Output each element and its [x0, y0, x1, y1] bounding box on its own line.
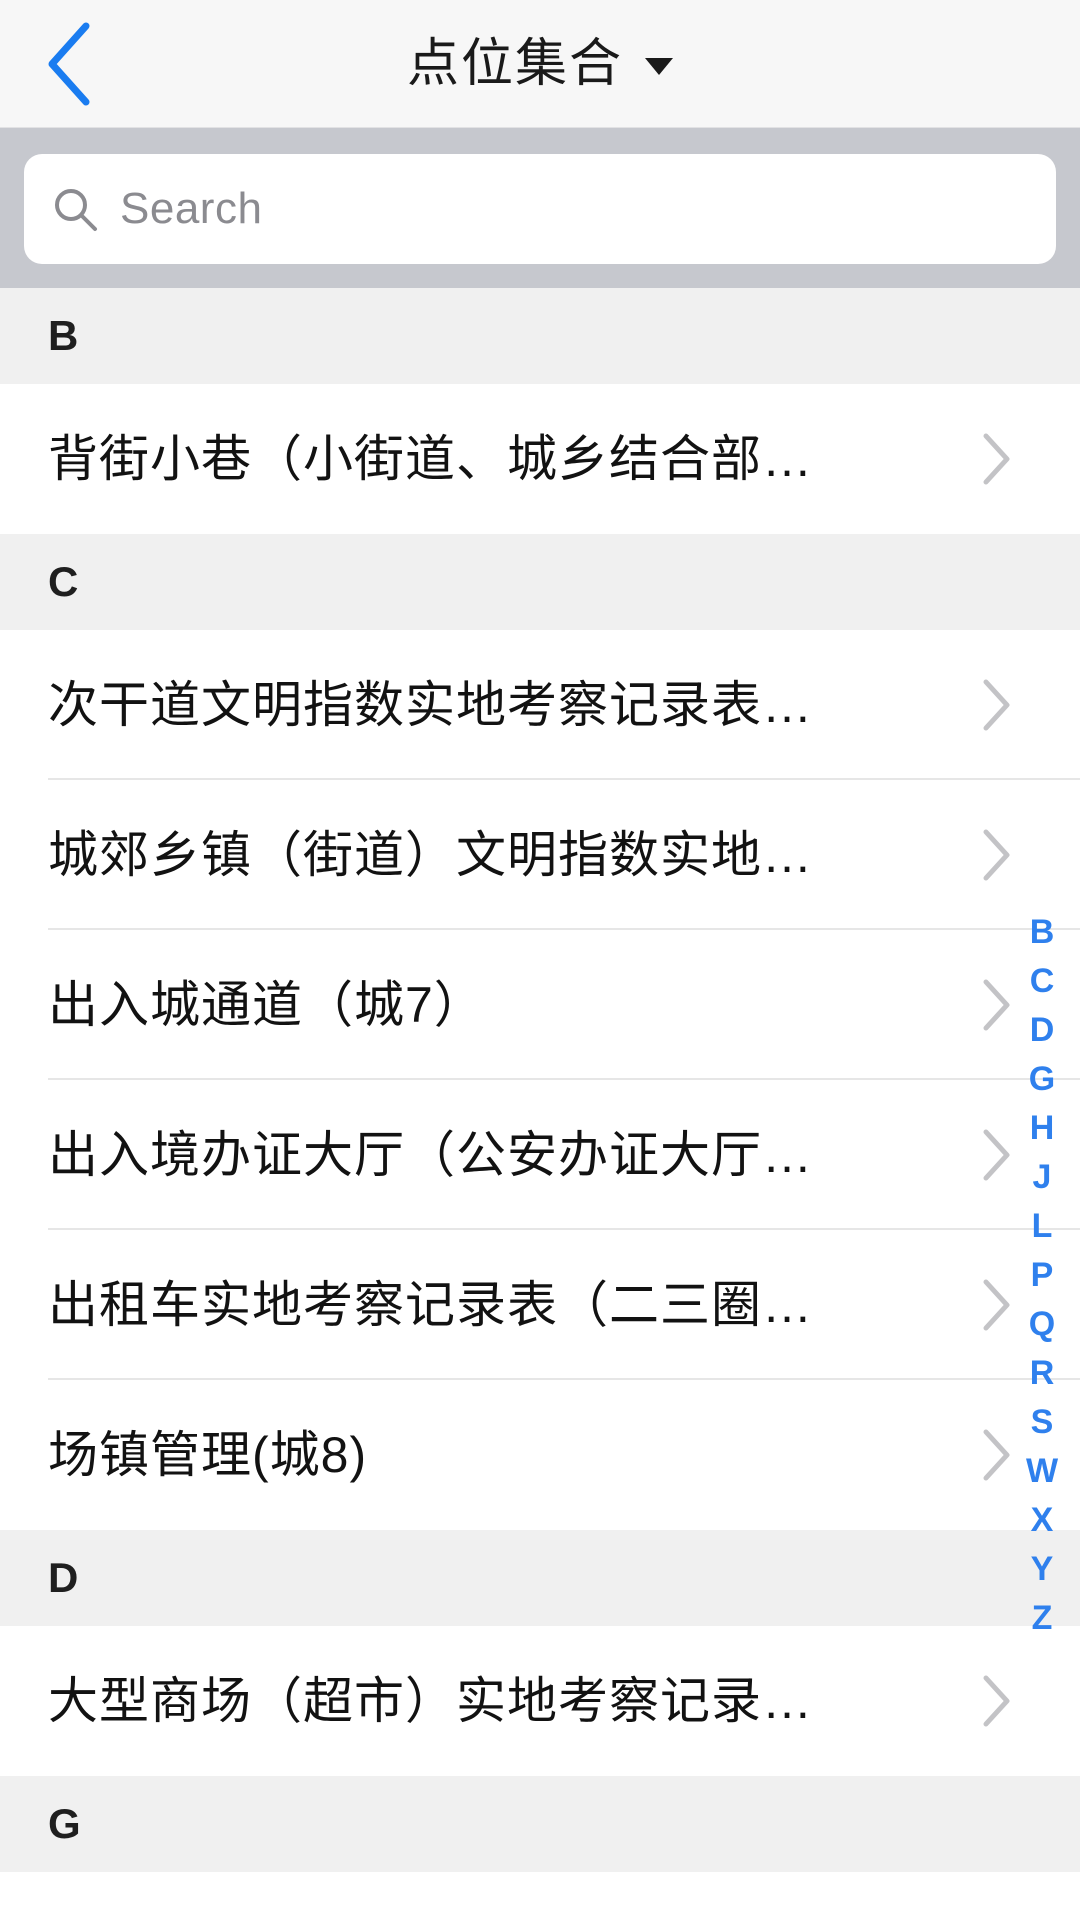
alpha-index-letter-d[interactable]: D — [1014, 1006, 1070, 1055]
list-item[interactable]: 背街小巷（小街道、城乡结合部… — [0, 384, 1080, 534]
section-header-b: B — [0, 288, 1080, 384]
list-item[interactable]: 出入境办证大厅（公安办证大厅… — [0, 1080, 1080, 1230]
alpha-index-letter-q[interactable]: Q — [1014, 1300, 1070, 1349]
alpha-index-letter-x[interactable]: X — [1014, 1496, 1070, 1545]
list-item-label: 出租车实地考察记录表（二三圈… — [48, 1277, 813, 1333]
list-item[interactable]: 次干道文明指数实地考察记录表… — [0, 630, 1080, 780]
list-item[interactable]: 出租车实地考察记录表（二三圈… — [0, 1230, 1080, 1380]
list-item-label: 城郊乡镇（街道）文明指数实地… — [48, 827, 813, 883]
list-item-label: 出入境办证大厅（公安办证大厅… — [48, 1127, 813, 1183]
chevron-right-icon — [974, 827, 1020, 883]
list-item[interactable]: 城郊乡镇（街道）文明指数实地… — [0, 780, 1080, 930]
alpha-index-letter-y[interactable]: Y — [1014, 1545, 1070, 1594]
alpha-index-letter-z[interactable]: Z — [1014, 1594, 1070, 1643]
list-content: B 背街小巷（小街道、城乡结合部… C 次干道文明指数实地考察记录表… 城郊乡镇（街道）… — [0, 288, 1080, 1872]
list-item-label: 出入城通道（城7） — [48, 977, 485, 1033]
list-item-label: 大型商场（超市）实地考察记录… — [48, 1673, 813, 1729]
chevron-right-icon — [974, 1673, 1020, 1729]
list-item[interactable]: 大型商场（超市）实地考察记录… — [0, 1626, 1080, 1776]
page-title: 点位集合 — [406, 34, 623, 93]
point-collection-list[interactable]: B 背街小巷（小街道、城乡结合部… C 次干道文明指数实地考察记录表… 城郊乡镇（街道）… — [0, 288, 1080, 1920]
alpha-index-letter-b[interactable]: B — [1014, 908, 1070, 957]
alpha-index-letter-h[interactable]: H — [1014, 1104, 1070, 1153]
alpha-index-letter-r[interactable]: R — [1014, 1349, 1070, 1398]
alpha-index-letter-l[interactable]: L — [1014, 1202, 1070, 1251]
section-header-g: G — [0, 1776, 1080, 1872]
navigation-title-group[interactable]: 点位集合 — [0, 38, 1080, 90]
navigation-bar: 点位集合 — [0, 0, 1080, 128]
alphabet-index[interactable]: BCDGHJLPQRSWXYZ — [1014, 908, 1070, 1643]
list-item[interactable]: 场镇管理(城8) — [0, 1380, 1080, 1530]
caret-down-icon[interactable] — [645, 58, 673, 75]
list-item-label: 场镇管理(城8) — [48, 1427, 368, 1483]
search-placeholder: Search — [120, 184, 263, 233]
alpha-index-letter-g[interactable]: G — [1014, 1055, 1070, 1104]
search-input[interactable]: Search — [24, 154, 1056, 264]
chevron-right-icon — [974, 431, 1020, 487]
list-item-label: 背街小巷（小街道、城乡结合部… — [48, 431, 813, 487]
chevron-left-icon — [42, 20, 94, 108]
alpha-index-letter-w[interactable]: W — [1014, 1447, 1070, 1496]
section-header-d: D — [0, 1530, 1080, 1626]
chevron-right-icon — [974, 677, 1020, 733]
search-bar-container: Search — [0, 128, 1080, 288]
list-item[interactable]: 出入城通道（城7） — [0, 930, 1080, 1080]
alpha-index-letter-c[interactable]: C — [1014, 957, 1070, 1006]
alpha-index-letter-p[interactable]: P — [1014, 1251, 1070, 1300]
search-icon — [52, 186, 98, 232]
alpha-index-letter-j[interactable]: J — [1014, 1153, 1070, 1202]
back-button[interactable] — [22, 18, 114, 110]
section-header-c: C — [0, 534, 1080, 630]
app-screen: 点位集合 Search B 背街小巷（小街道、城乡结合部… C 次干道文明指数实地考察… — [0, 0, 1080, 1920]
alpha-index-letter-s[interactable]: S — [1014, 1398, 1070, 1447]
list-item-label: 次干道文明指数实地考察记录表… — [48, 677, 813, 733]
